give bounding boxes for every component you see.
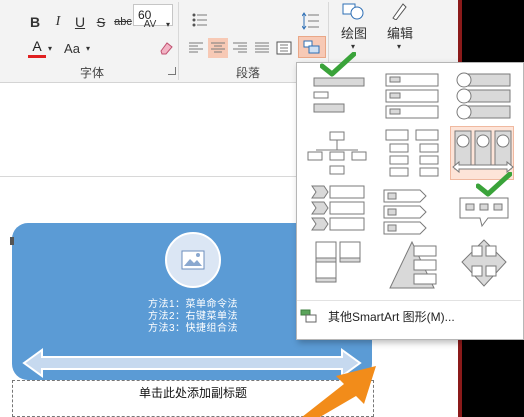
gallery-item-circle-list[interactable]: [452, 70, 516, 124]
gallery-item-pyramid-list[interactable]: [380, 238, 444, 292]
checkmark-icon: [320, 52, 356, 77]
gallery-item-vertical-bullet[interactable]: [380, 70, 444, 124]
clear-format-icon[interactable]: [156, 38, 176, 58]
change-case-icon[interactable]: Aa: [60, 38, 84, 58]
checkmark-icon: [476, 172, 512, 197]
underline-icon[interactable]: U: [71, 12, 89, 32]
gallery-item-hierarchy-list[interactable]: [380, 128, 444, 182]
justify-icon[interactable]: [252, 38, 272, 58]
gallery-separator: [297, 300, 521, 301]
font-color-icon[interactable]: A: [28, 38, 46, 58]
drawing-button[interactable]: 绘图: [334, 22, 374, 42]
picture-placeholder-icon: [181, 250, 205, 270]
editing-icon[interactable]: [384, 0, 414, 22]
gallery-item-table-list[interactable]: [306, 238, 370, 292]
line-spacing-icon[interactable]: [300, 10, 322, 32]
distributed-icon[interactable]: [274, 38, 294, 58]
more-smartart-item[interactable]: 其他SmartArt 图形(M)...: [300, 307, 520, 325]
font-color-dropdown[interactable]: ▾: [46, 40, 54, 56]
change-case-arrow[interactable]: ▾: [164, 14, 172, 34]
drawing-icon[interactable]: [338, 0, 368, 22]
gallery-item-chevron-list[interactable]: [306, 184, 370, 238]
gallery-item-arrow-list[interactable]: [380, 184, 444, 238]
more-smartart-label: 其他SmartArt 图形(M)...: [328, 309, 455, 324]
strikethrough-icon[interactable]: S: [92, 12, 110, 32]
align-right-icon[interactable]: [230, 38, 250, 58]
orange-arrow-icon: [302, 366, 376, 417]
drawing-label: 绘图: [340, 25, 367, 41]
bold-icon[interactable]: B: [26, 12, 44, 32]
smartart-icon: [300, 309, 317, 323]
picture-placeholder[interactable]: [165, 232, 221, 288]
align-left-icon[interactable]: [186, 38, 206, 58]
change-case-dropdown[interactable]: ▾: [84, 40, 92, 56]
align-center-icon[interactable]: [208, 38, 228, 58]
method-line-3: 方法3：快捷组合法: [147, 323, 239, 334]
italic-icon[interactable]: I: [49, 12, 67, 32]
gallery-item-org-chart[interactable]: [306, 128, 370, 182]
strikethrough-abc-icon[interactable]: abc: [112, 12, 134, 32]
separator: [178, 2, 179, 80]
paragraph-group-label: 段落: [236, 66, 261, 80]
char-spacing-icon[interactable]: AV: [138, 14, 162, 34]
drawing-dropdown-arrow[interactable]: ▾: [346, 40, 360, 52]
editing-button[interactable]: 编辑: [380, 22, 420, 42]
gallery-item-basic-list[interactable]: [306, 70, 370, 124]
font-dialog-launcher[interactable]: [168, 67, 176, 75]
font-group-label: 字体: [80, 66, 105, 80]
editing-label: 编辑: [386, 25, 413, 41]
editing-dropdown-arrow[interactable]: ▾: [392, 40, 406, 52]
selection-handle[interactable]: [10, 237, 14, 245]
bullets-icon[interactable]: [190, 10, 210, 30]
gallery-item-matrix[interactable]: [452, 238, 516, 292]
